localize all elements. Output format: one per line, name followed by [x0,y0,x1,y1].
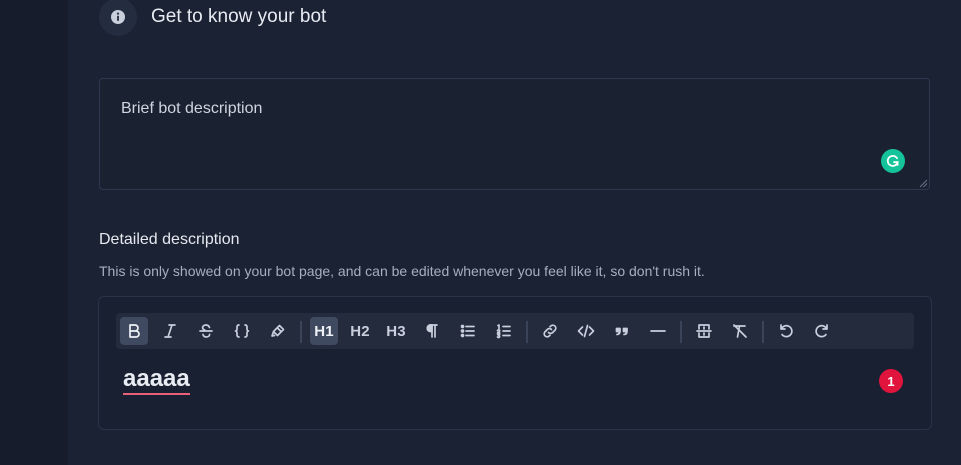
highlight-icon [271,324,285,337]
undo-icon [780,324,793,338]
resize-handle-icon[interactable] [918,178,928,188]
grammarly-icon[interactable] [881,149,905,173]
bullet-list-button[interactable] [454,317,482,345]
section-title: Get to know your bot [151,6,327,27]
link-button[interactable] [536,317,564,345]
strikethrough-button[interactable] [192,317,220,345]
toolbar-divider [680,321,682,343]
italic-icon [164,324,176,338]
inline-code-button[interactable] [228,317,256,345]
heading-2-label: H2 [350,322,370,340]
clear-node-icon [696,324,712,338]
paragraph-button[interactable] [418,317,446,345]
detailed-description-label: Detailed description [99,231,240,248]
undo-button[interactable] [772,317,800,345]
code-icon [234,324,250,338]
heading-3-button[interactable]: H3 [382,317,410,345]
quote-icon [615,327,628,336]
info-icon [99,0,137,36]
redo-icon [815,324,828,338]
horizontal-rule-button[interactable] [644,317,672,345]
clear-nodes-button[interactable] [690,317,718,345]
toolbar-divider [762,321,764,343]
editor-content-heading[interactable]: aaaaa [123,365,190,395]
clear-format-icon [733,324,747,338]
rich-text-editor[interactable]: H1 H2 H3 aaaaa 1 [98,296,932,430]
bullet-list-icon [460,324,475,338]
toolbar-divider [300,321,302,343]
blockquote-button[interactable] [608,317,636,345]
heading-1-label: H1 [314,322,334,340]
heading-2-button[interactable]: H2 [346,317,374,345]
horizontal-rule-icon [650,330,666,332]
strikethrough-icon [199,324,213,338]
ordered-list-button[interactable] [490,317,518,345]
link-icon [543,324,557,338]
highlight-button[interactable] [264,317,292,345]
brief-description-input[interactable] [119,99,863,119]
section-header: Get to know your bot [99,0,326,38]
ordered-list-icon [496,324,511,339]
detailed-description-hint: This is only showed on your bot page, an… [99,263,705,279]
bold-icon [129,324,140,338]
bold-button[interactable] [120,317,148,345]
brief-description-box[interactable] [99,78,930,190]
editor-toolbar: H1 H2 H3 [116,313,914,349]
code-block-button[interactable] [572,317,600,345]
main-content: Get to know your bot Detailed descriptio… [68,0,961,465]
spelling-error-badge[interactable]: 1 [879,369,903,393]
code-block-icon [577,324,595,338]
clear-format-button[interactable] [726,317,754,345]
redo-button[interactable] [808,317,836,345]
italic-button[interactable] [156,317,184,345]
heading-3-label: H3 [386,322,406,340]
paragraph-icon [426,324,438,338]
heading-1-button[interactable]: H1 [310,317,338,345]
left-rail [0,0,68,465]
toolbar-divider [526,321,528,343]
